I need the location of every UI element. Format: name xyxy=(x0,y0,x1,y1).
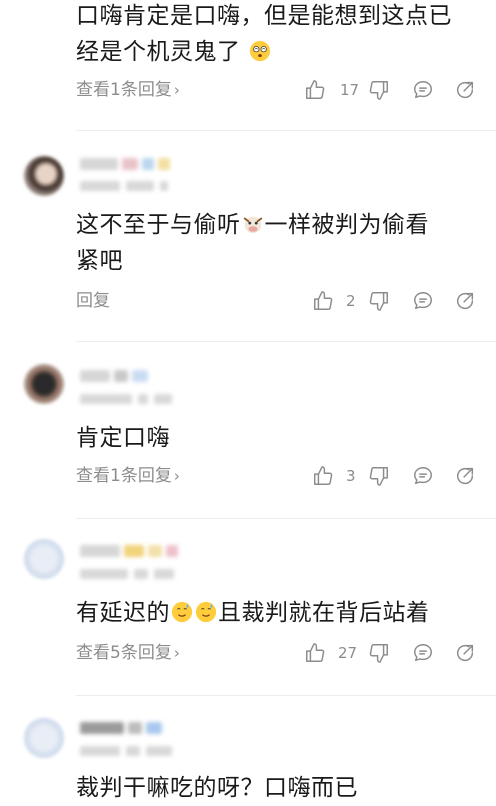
thumbs-down-icon[interactable] xyxy=(368,642,390,664)
chevron-right-icon: › xyxy=(173,81,180,99)
comment-actions: 查看5条回复 › 27 xyxy=(76,640,476,666)
thumbs-up-icon[interactable] xyxy=(312,290,334,312)
cow-face-emoji-icon xyxy=(243,216,262,234)
comment-bubble-icon[interactable] xyxy=(412,79,434,101)
like-count: 3 xyxy=(346,467,356,485)
thumbs-up-icon[interactable] xyxy=(304,642,326,664)
user-meta-blurred xyxy=(80,569,174,579)
like-count: 27 xyxy=(338,644,358,662)
view-replies-button[interactable]: 查看1条回复 › xyxy=(76,77,180,103)
comment-text: 肯定口嗨 xyxy=(76,425,170,451)
comment-item: 有延迟的 且裁判就在背后站着 查看5条回复 › 27 xyxy=(0,519,496,695)
comment-text: 这不至于与偷听 一样被判为偷看 紧吧 xyxy=(76,212,429,274)
like-count: 17 xyxy=(340,81,360,99)
thumbs-down-icon[interactable] xyxy=(368,79,390,101)
chevron-right-icon: › xyxy=(173,644,180,662)
username-blurred[interactable] xyxy=(80,545,178,558)
user-meta-blurred xyxy=(80,181,168,191)
share-icon[interactable] xyxy=(454,79,476,101)
thumbs-down-icon[interactable] xyxy=(368,465,390,487)
like-count: 2 xyxy=(346,292,356,310)
chevron-right-icon: › xyxy=(173,467,180,485)
avatar[interactable] xyxy=(24,156,64,196)
user-meta-blurred xyxy=(80,746,172,756)
comment-item: 肯定口嗨 查看1条回复 › 3 xyxy=(0,342,496,518)
comment-text: 有延迟的 且裁判就在背后站着 xyxy=(76,600,430,626)
username-blurred[interactable] xyxy=(80,722,162,735)
dazed-face-emoji-icon xyxy=(250,40,271,62)
avatar[interactable] xyxy=(24,718,64,758)
comment-bubble-icon[interactable] xyxy=(412,642,434,664)
comment-item: 这不至于与偷听 一样被判为偷看 紧吧 回复 2 xyxy=(0,131,496,341)
sweat-smile-emoji-icon xyxy=(171,601,193,623)
view-replies-button[interactable]: 查看1条回复 › xyxy=(76,463,180,489)
comment-actions: 查看1条回复 › 3 xyxy=(76,463,476,489)
comment-bubble-icon[interactable] xyxy=(412,465,434,487)
username-blurred[interactable] xyxy=(80,370,148,383)
comment-bubble-icon[interactable] xyxy=(412,290,434,312)
comment-text: 口嗨肯定是口嗨，但是能想到这点已 经是个机灵鬼了 xyxy=(76,3,452,65)
sweat-smile-emoji-icon xyxy=(195,601,217,623)
comment-item: 口嗨肯定是口嗨，但是能想到这点已 经是个机灵鬼了 查看1条回复 › 17 xyxy=(0,0,496,130)
share-icon[interactable] xyxy=(454,465,476,487)
share-icon[interactable] xyxy=(454,642,476,664)
username-blurred[interactable] xyxy=(80,158,170,171)
thumbs-up-icon[interactable] xyxy=(312,465,334,487)
share-icon[interactable] xyxy=(454,290,476,312)
thumbs-up-icon[interactable] xyxy=(304,79,326,101)
view-replies-button[interactable]: 查看5条回复 › xyxy=(76,640,180,666)
user-meta-blurred xyxy=(80,394,172,404)
comment-item: 裁判干嘛吃的呀？口嗨而已 xyxy=(0,696,496,806)
avatar[interactable] xyxy=(24,539,64,579)
comment-actions: 查看1条回复 › 17 xyxy=(76,77,476,103)
avatar[interactable] xyxy=(24,364,64,404)
comment-actions: 回复 2 xyxy=(76,288,476,314)
reply-button[interactable]: 回复 xyxy=(76,288,110,314)
thumbs-down-icon[interactable] xyxy=(368,290,390,312)
comment-text: 裁判干嘛吃的呀？口嗨而已 xyxy=(76,775,358,801)
